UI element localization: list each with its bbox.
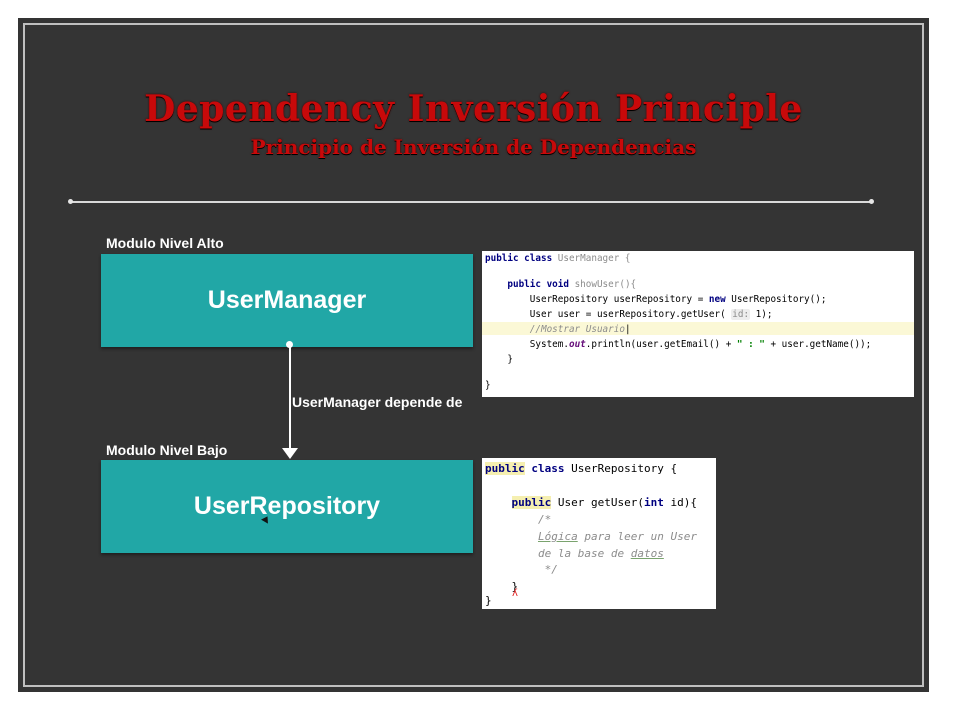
dependency-arrow-label: UserManager depende de bbox=[292, 394, 463, 410]
breakpoint-marker-icon: ʎ bbox=[512, 588, 519, 599]
user-repository-code-panel: public class UserRepository { public Use… bbox=[482, 458, 716, 609]
code-line: public class UserManager { bbox=[485, 253, 631, 264]
code-line: public void showUser(){ bbox=[485, 279, 637, 290]
code-line: de la base de datos bbox=[537, 547, 664, 560]
code-line: System.out.println(user.getEmail() + " :… bbox=[485, 339, 872, 350]
code-line: Lógica para leer un User bbox=[537, 530, 697, 543]
divider-line bbox=[68, 199, 874, 204]
divider-dot-left bbox=[68, 199, 73, 204]
slide-subtitle: Principio de Inversión de Dependencias bbox=[250, 135, 697, 159]
code-line: */ bbox=[485, 563, 558, 576]
code-line: UserRepository userRepository = new User… bbox=[485, 294, 827, 305]
slide-title: Dependency Inversión Principle bbox=[144, 88, 803, 130]
code-line: User user = userRepository.getUser( id: … bbox=[485, 309, 773, 320]
divider-dot-right bbox=[869, 199, 874, 204]
arrow-down-icon bbox=[282, 448, 298, 459]
high-level-module-label: Modulo Nivel Alto bbox=[106, 235, 224, 251]
code-line: /* bbox=[485, 513, 552, 526]
code-line: } bbox=[485, 354, 513, 365]
user-manager-box: UserManager bbox=[101, 254, 473, 347]
code-line: public class UserRepository { bbox=[485, 462, 678, 475]
code-line: } bbox=[485, 594, 492, 607]
slide: Dependency Inversión Principle Principio… bbox=[18, 18, 929, 692]
user-manager-code-panel: public class UserManager { public void s… bbox=[482, 251, 914, 397]
dependency-arrow-line bbox=[289, 346, 291, 450]
low-level-module-label: Modulo Nivel Bajo bbox=[106, 442, 228, 458]
code-line: } bbox=[485, 380, 491, 391]
user-repository-box: UserRepository bbox=[101, 460, 473, 553]
code-line: //Mostrar Usuario| bbox=[485, 324, 631, 335]
code-line: public User getUser(int id){ bbox=[511, 496, 697, 509]
